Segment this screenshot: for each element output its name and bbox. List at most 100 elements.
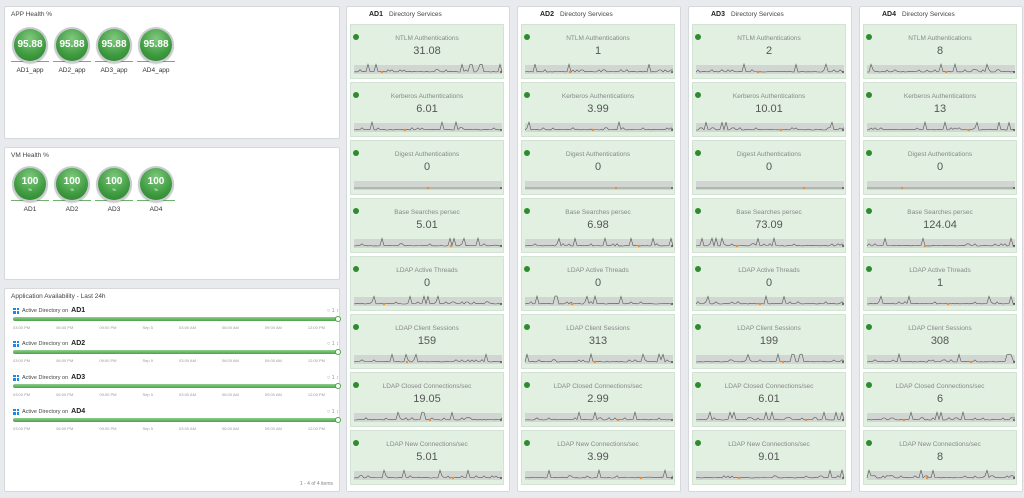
column-server: AD2 <box>540 11 555 18</box>
sparkline <box>866 236 1015 248</box>
metric-tile[interactable]: Kerberos Authentications 10.01 <box>692 82 846 137</box>
metric-name: LDAP Active Threads <box>909 267 971 274</box>
metric-tile[interactable]: LDAP Client Sessions 199 <box>692 314 846 369</box>
gauge-value: 95.88 <box>101 39 127 50</box>
app-health-gauge-ad1[interactable]: 95.88 AD1_app <box>11 27 49 74</box>
metric-tile[interactable]: Digest Authentications 0 <box>863 140 1017 195</box>
availability-server: AD4 <box>71 408 86 415</box>
app-health-gauge-ad3[interactable]: 95.88 AD3_app <box>95 27 133 74</box>
metric-tile[interactable]: Digest Authentications 0 <box>521 140 675 195</box>
timeline-handle[interactable] <box>335 348 341 355</box>
timeline-handle[interactable] <box>335 416 341 423</box>
metric-name: LDAP Closed Connections/sec <box>382 383 472 390</box>
windows-icon <box>13 408 19 415</box>
metric-tile[interactable]: LDAP Closed Connections/sec 6 <box>863 372 1017 427</box>
availability-server: AD3 <box>71 374 86 381</box>
health-gauge: 100% <box>96 166 132 202</box>
sparkline <box>867 62 1016 74</box>
metric-tile[interactable]: LDAP Active Threads 0 <box>350 256 504 311</box>
availability-item-ad4[interactable]: Active Directory on AD4 ○ 1 ↕ 03:00 PM 06:0… <box>13 408 341 442</box>
metric-value: 10.01 <box>755 103 783 115</box>
metric-name: LDAP New Connections/sec <box>899 441 981 448</box>
metric-tile[interactable]: LDAP Active Threads 1 <box>863 256 1017 311</box>
vm-health-gauge-ad2[interactable]: 100% AD2 <box>53 166 91 213</box>
metric-tile[interactable]: LDAP New Connections/sec 8 <box>863 430 1017 485</box>
metric-tile[interactable]: LDAP Client Sessions 308 <box>863 314 1017 369</box>
vm-health-gauge-ad3[interactable]: 100% AD3 <box>95 166 133 213</box>
vm-health-gauge-ad1[interactable]: 100% AD1 <box>11 166 49 213</box>
metric-tile[interactable]: Digest Authentications 0 <box>692 140 846 195</box>
tick-label: 12:00 PM <box>307 325 325 330</box>
tick-label: Sep 5 <box>142 392 153 397</box>
column-server: AD1 <box>369 11 384 18</box>
metric-tile[interactable]: LDAP Closed Connections/sec 19.05 <box>350 372 504 427</box>
tick-label: 06:00 AM <box>221 325 239 330</box>
metric-value: 0 <box>936 161 944 173</box>
sparkline <box>695 410 845 422</box>
metric-tile[interactable]: LDAP Closed Connections/sec 2.99 <box>521 372 675 427</box>
metric-name: LDAP Client Sessions <box>395 325 459 332</box>
availability-item-ad2[interactable]: Active Directory on AD2 ○ 1 ↕ 03:00 PM 06:0… <box>13 340 341 374</box>
sparkline <box>524 294 674 306</box>
metric-tile[interactable]: LDAP Closed Connections/sec 6.01 <box>692 372 846 427</box>
gauge-label: AD4_app <box>142 67 170 74</box>
tick-label: Sep 5 <box>142 426 153 431</box>
metric-name: Kerberos Authentications <box>732 93 806 100</box>
availability-item-ad3[interactable]: Active Directory on AD3 ○ 1 ↕ 03:00 PM 06:0… <box>13 374 341 408</box>
sparkline <box>866 295 1016 306</box>
metric-tile[interactable]: Base Searches persec 124.04 <box>863 198 1017 253</box>
availability-panel: Application Availability - Last 24h Acti… <box>4 288 341 492</box>
metric-name: NTLM Authentications <box>737 35 801 42</box>
sparkline <box>353 353 503 364</box>
sparkline <box>866 410 1015 422</box>
metric-tile[interactable]: Base Searches persec 5.01 <box>350 198 504 253</box>
metric-tile[interactable]: Base Searches persec 6.98 <box>521 198 675 253</box>
tick-label: 09:00 AM <box>264 426 282 431</box>
metric-tile[interactable]: LDAP Active Threads 0 <box>692 256 846 311</box>
timeline-handle[interactable] <box>335 382 341 389</box>
metric-tile[interactable]: Digest Authentications 0 <box>350 140 504 195</box>
metric-tile[interactable]: Kerberos Authentications 13 <box>863 82 1017 137</box>
timeline-handle[interactable] <box>335 315 341 322</box>
availability-count: ○ 1 ↕ <box>326 408 339 415</box>
tick-label: 03:00 AM <box>179 426 196 431</box>
column-server: AD4 <box>882 11 897 18</box>
sparkline <box>353 236 503 248</box>
tick-label: 06:00 PM <box>56 358 74 363</box>
tick-label: 09:00 AM <box>264 325 282 330</box>
windows-icon <box>13 374 19 381</box>
metric-tile[interactable]: LDAP Client Sessions 313 <box>521 314 675 369</box>
availability-count: ○ 1 ↕ <box>326 374 339 381</box>
metric-tile[interactable]: NTLM Authentications 2 <box>692 24 846 79</box>
metric-tile[interactable]: LDAP New Connections/sec 9.01 <box>692 430 846 485</box>
metric-tile[interactable]: LDAP Client Sessions 159 <box>350 314 504 369</box>
sparkline <box>353 469 503 480</box>
tick-label: 12:00 PM <box>307 426 325 431</box>
metric-name: NTLM Authentications <box>566 35 630 42</box>
metric-tile[interactable]: NTLM Authentications 31.08 <box>350 24 504 79</box>
metric-tile[interactable]: Base Searches persec 73.09 <box>692 198 846 253</box>
column-subtitle: Directory Services <box>560 11 613 18</box>
pager-info: 1 - 4 of 4 items <box>299 481 333 487</box>
metric-tile[interactable]: LDAP New Connections/sec 5.01 <box>350 430 504 485</box>
column-subtitle: Directory Services <box>902 11 955 18</box>
metric-tile[interactable]: Kerberos Authentications 3.99 <box>521 82 675 137</box>
tick-label: 03:00 PM <box>13 325 31 330</box>
metric-tile[interactable]: Kerberos Authentications 6.01 <box>350 82 504 137</box>
metric-value: 6 <box>936 393 944 405</box>
availability-item-ad1[interactable]: Active Directory on AD1 ○ 1 ↕ 03:00 PM 06:0… <box>13 307 341 341</box>
vm-health-gauge-ad4[interactable]: 100% AD4 <box>137 166 175 213</box>
metric-name: LDAP New Connections/sec <box>557 441 639 448</box>
gauge-label: AD3 <box>107 206 121 213</box>
metric-tile[interactable]: NTLM Authentications 1 <box>521 24 675 79</box>
metric-value: 13 <box>933 103 947 115</box>
app-health-gauge-ad4[interactable]: 95.88 AD4_app <box>137 27 175 74</box>
app-health-gauge-ad2[interactable]: 95.88 AD2_app <box>53 27 91 74</box>
metric-tile[interactable]: LDAP Active Threads 0 <box>521 256 675 311</box>
metric-tile[interactable]: LDAP New Connections/sec 3.99 <box>521 430 675 485</box>
metric-value: 313 <box>588 335 608 347</box>
metric-value: 31.08 <box>413 45 441 57</box>
metric-tile[interactable]: NTLM Authentications 8 <box>863 24 1017 79</box>
metric-value: 1 <box>594 45 602 57</box>
gauge-unit: % <box>28 186 32 192</box>
